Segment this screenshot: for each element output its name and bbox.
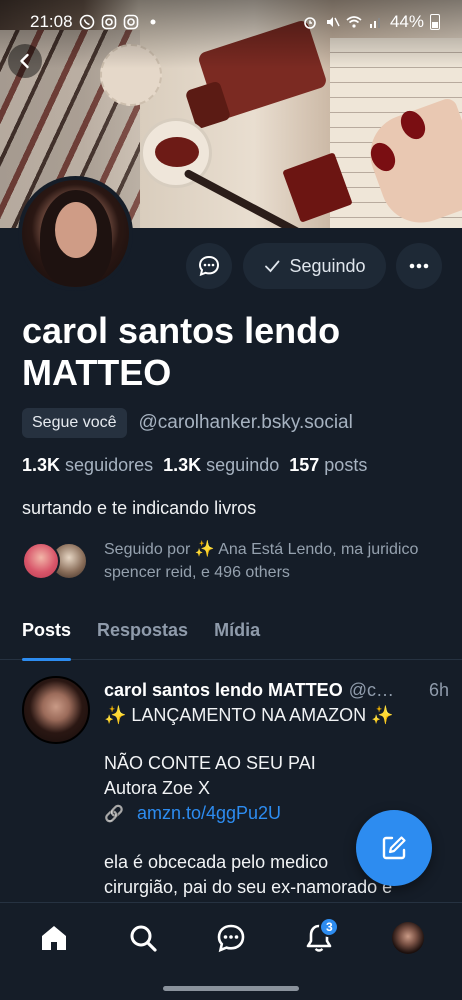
back-button[interactable] [8, 44, 42, 78]
handle-row: Segue você @carolhanker.bsky.social [22, 408, 353, 438]
dot-icon [150, 19, 156, 25]
chat-icon [217, 924, 245, 952]
post-text-line: Autora Zoe X [104, 778, 211, 798]
more-options-button[interactable] [396, 243, 442, 289]
nav-chat[interactable] [206, 913, 256, 963]
posts-stat: 157 posts [289, 455, 367, 476]
post-link[interactable]: amzn.to/4ggPu2U [137, 803, 281, 823]
nav-profile-avatar [391, 921, 424, 954]
home-icon [42, 925, 67, 950]
mute-icon [326, 17, 340, 27]
signal-icon [369, 18, 380, 28]
followers-avatars [22, 540, 92, 582]
battery-percent: 44% [389, 12, 424, 31]
following-button[interactable]: Seguindo [243, 243, 386, 289]
status-bar: 21:08 44% [0, 0, 462, 44]
instagram-icon [101, 14, 116, 30]
posts-label: posts [324, 455, 368, 475]
more-horizontal-icon [409, 263, 429, 269]
post-author-name[interactable]: carol santos lendo MATTEO [104, 679, 343, 702]
following-count: 1.3K [163, 455, 202, 475]
search-icon [130, 925, 157, 952]
profile-avatar[interactable] [18, 176, 133, 291]
avatar-face [55, 202, 97, 258]
post-time: 6h [428, 680, 449, 700]
post-text-line: NÃO CONTE AO SEU PAI [104, 753, 316, 773]
status-time: 21:08 [30, 12, 73, 31]
followed-by-text: Seguido por ✨ Ana Está Lendo, ma juridic… [104, 541, 419, 581]
followed-by-row[interactable]: Seguido por ✨ Ana Está Lendo, ma juridic… [22, 538, 452, 584]
link-icon: 🔗 [104, 806, 124, 823]
followers-label: seguidores [65, 455, 154, 475]
nav-profile[interactable] [383, 913, 433, 963]
post-author-avatar[interactable] [22, 676, 90, 744]
profile-stats: 1.3K seguidores 1.3K seguindo 157 posts [22, 455, 367, 476]
post-text-line: ✨ LANÇAMENTO NA AMAZON ✨ [104, 705, 394, 725]
tab-media[interactable]: Mídia [214, 600, 260, 660]
profile-tabs: Posts Respostas Mídia [0, 600, 462, 661]
instagram-icon [123, 14, 138, 30]
profile-bio: surtando e te indicando livros [22, 498, 257, 518]
following-stat[interactable]: 1.3K seguindo [163, 455, 279, 476]
battery-icon [430, 14, 440, 30]
followers-stat[interactable]: 1.3K seguidores [22, 455, 153, 476]
nav-notifications[interactable]: 3 [294, 913, 344, 963]
post-header: carol santos lendo MATTEO @c… 6h [104, 679, 449, 702]
follower-avatar [22, 542, 60, 580]
tab-replies[interactable]: Respostas [97, 600, 188, 660]
whatsapp-icon [79, 14, 94, 30]
nav-search[interactable] [118, 913, 168, 963]
message-button[interactable] [186, 243, 232, 289]
post-author-handle: @c… [348, 680, 394, 700]
home-indicator[interactable] [163, 986, 299, 991]
follows-you-badge: Segue você [22, 408, 127, 438]
display-name: carol santos lendo MATTEO [22, 310, 341, 393]
bottom-nav: 3 [0, 902, 462, 972]
compose-button[interactable] [356, 810, 432, 886]
nav-home[interactable] [29, 913, 79, 963]
posts-count: 157 [289, 455, 320, 475]
notifications-badge: 3 [319, 916, 340, 937]
compose-icon [382, 836, 406, 860]
chevron-left-icon [20, 53, 29, 69]
check-icon [265, 260, 280, 273]
chat-bubble-icon [198, 255, 220, 277]
following-label: seguindo [206, 455, 280, 475]
following-button-label: Seguindo [289, 255, 366, 276]
profile-handle: @carolhanker.bsky.social [138, 412, 353, 433]
alarm-icon [304, 17, 316, 29]
followers-count: 1.3K [22, 455, 61, 475]
tab-posts[interactable]: Posts [22, 600, 72, 661]
wifi-icon [346, 16, 362, 28]
